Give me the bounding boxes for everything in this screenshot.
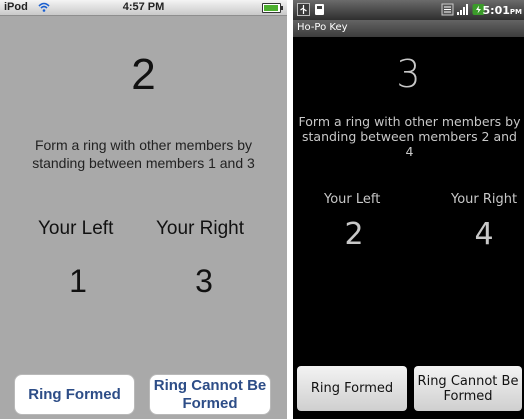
ring-cannot-be-formed-button[interactable]: Ring Cannot Be Formed: [414, 366, 522, 411]
left-member-value: 1: [69, 263, 87, 299]
your-left-label: Your Left: [324, 192, 381, 207]
your-right-label: Your Right: [156, 218, 245, 239]
instruction-text: Form a ring with other members by standi…: [32, 137, 255, 171]
app-title: Ho-Po Key: [297, 22, 348, 33]
right-member-value: 3: [195, 263, 213, 299]
battery-icon: [262, 3, 283, 13]
ring-formed-button[interactable]: Ring Formed: [297, 366, 407, 411]
ring-cannot-be-formed-button[interactable]: Ring Cannot Be Formed: [149, 374, 271, 415]
your-right-label: Your Right: [451, 192, 518, 207]
android-status-time: 5:01PM: [482, 4, 522, 17]
member-number: 3: [396, 52, 421, 96]
android-title-bar: Ho-Po Key: [293, 20, 524, 37]
sd-card-icon: [315, 4, 324, 15]
your-left-label: Your Left: [38, 218, 114, 239]
android-status-bar: 5:01PM: [293, 0, 524, 20]
ios-screen: iPod 4:57 PM 2 Form a ring with other me…: [0, 0, 287, 419]
network-icon: [441, 3, 454, 16]
android-screen: 5:01PM Ho-Po Key 3 Form a ring with othe…: [293, 0, 524, 419]
right-member-value: 4: [474, 217, 494, 252]
ring-formed-button[interactable]: Ring Formed: [14, 374, 135, 415]
usb-icon: [297, 3, 310, 16]
ios-status-time: 4:57 PM: [122, 1, 165, 13]
battery-level-fill: [264, 5, 279, 11]
ios-status-bar: iPod 4:57 PM: [0, 0, 287, 16]
left-member-value: 2: [344, 217, 364, 252]
signal-icon: [457, 4, 468, 15]
instruction-text: Form a ring with other members by standi…: [298, 114, 521, 159]
member-number: 2: [131, 50, 156, 99]
